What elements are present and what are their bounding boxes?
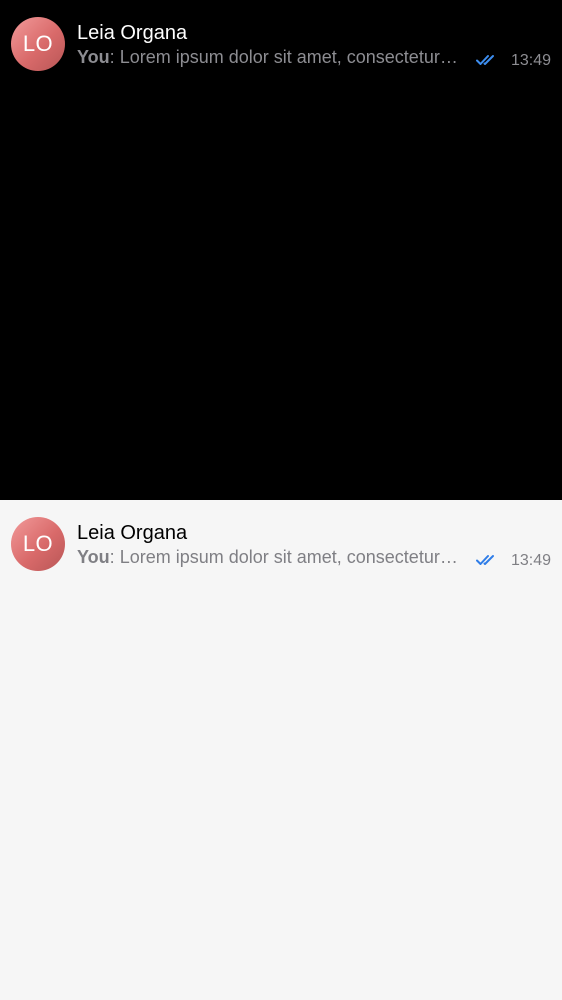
sender-separator: : (109, 547, 120, 567)
message-text: Lorem ipsum dolor sit amet, consectetur … (119, 47, 462, 67)
double-check-icon (476, 55, 494, 65)
message-text: Lorem ipsum dolor sit amet, consectetur … (119, 547, 462, 567)
chat-list-item[interactable]: LO Leia Organa You: Lorem ipsum dolor si… (0, 0, 562, 72)
last-message-preview: You: Lorem ipsum dolor sit amet, consect… (77, 546, 462, 568)
chat-list-light: LO Leia Organa You: Lorem ipsum dolor si… (0, 500, 562, 1000)
chat-list-dark: LO Leia Organa You: Lorem ipsum dolor si… (0, 0, 562, 500)
avatar: LO (11, 517, 65, 571)
double-check-icon (476, 555, 494, 565)
message-time: 13:49 (510, 52, 551, 69)
avatar-initials: LO (22, 531, 54, 556)
last-message-preview: You: Lorem ipsum dolor sit amet, consect… (77, 46, 462, 68)
chat-title: Leia Organa (77, 522, 188, 544)
chat-title: Leia Organa (77, 22, 188, 44)
message-sender: You (77, 47, 110, 67)
message-time: 13:49 (510, 552, 551, 569)
avatar: LO (11, 17, 65, 71)
avatar-initials: LO (22, 31, 54, 56)
chat-list-item[interactable]: LO Leia Organa You: Lorem ipsum dolor si… (0, 500, 562, 572)
sender-separator: : (109, 47, 120, 67)
message-sender: You (77, 547, 110, 567)
